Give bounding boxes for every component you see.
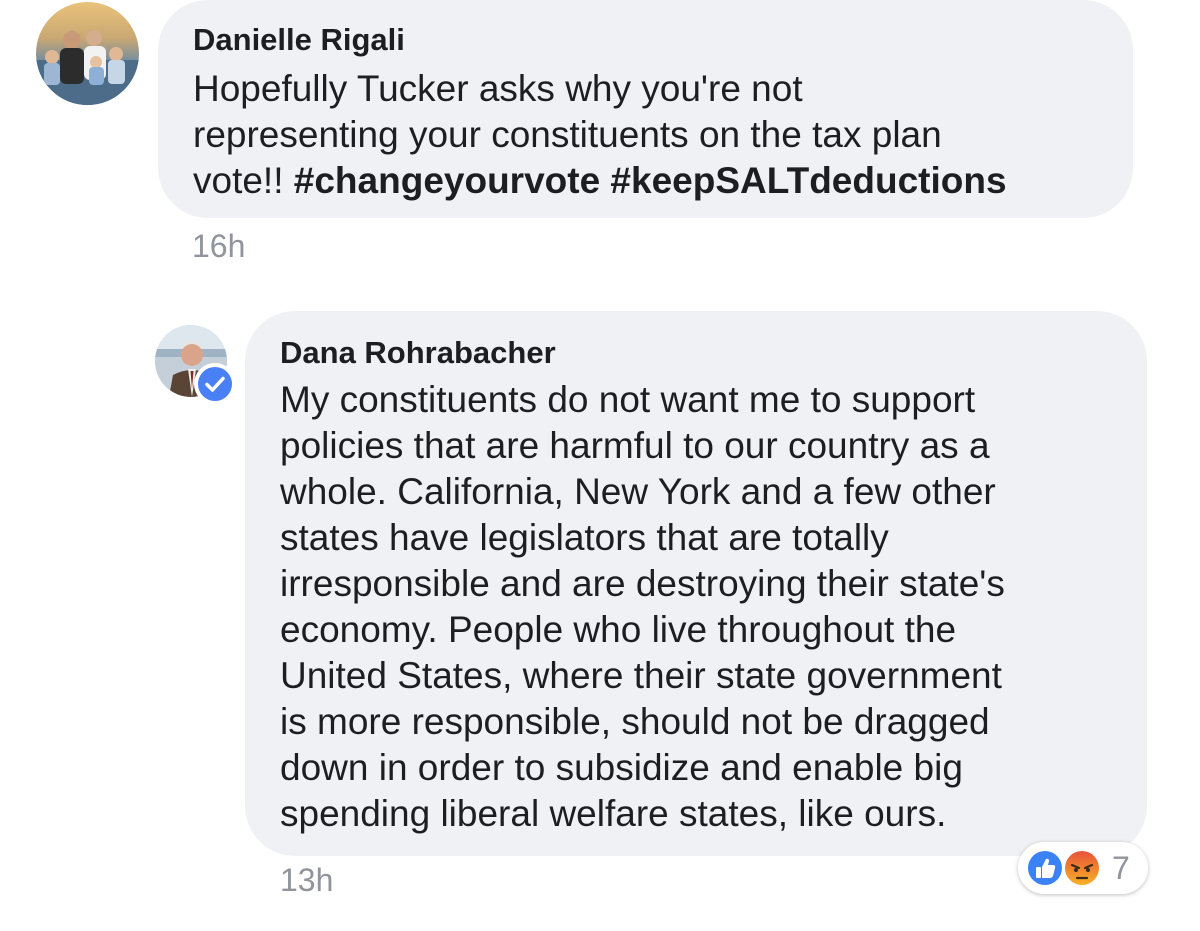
reply-bubble: Dana Rohrabacher My constituents do not … (245, 311, 1147, 856)
comment-author[interactable]: Danielle Rigali (193, 22, 1133, 58)
avatar-danielle-rigali[interactable] (36, 2, 139, 105)
comment-text: Hopefully Tucker asks why you're not rep… (193, 66, 1133, 204)
reaction-count: 7 (1112, 850, 1130, 886)
angry-icon (1062, 848, 1102, 888)
comment-bubble: Danielle Rigali Hopefully Tucker asks wh… (158, 0, 1133, 218)
comment-text: My constituents do not want me to suppor… (280, 379, 1005, 834)
verified-badge-icon (194, 363, 236, 405)
comment-author[interactable]: Dana Rohrabacher (280, 335, 1147, 371)
comment-timestamp[interactable]: 13h (280, 862, 333, 899)
comment-timestamp[interactable]: 16h (192, 228, 245, 265)
reactions-summary[interactable]: 7 (1018, 842, 1148, 894)
like-icon (1025, 848, 1065, 888)
comment-hashtags[interactable]: #changeyourvote #keepSALTdeductions (294, 160, 1007, 201)
